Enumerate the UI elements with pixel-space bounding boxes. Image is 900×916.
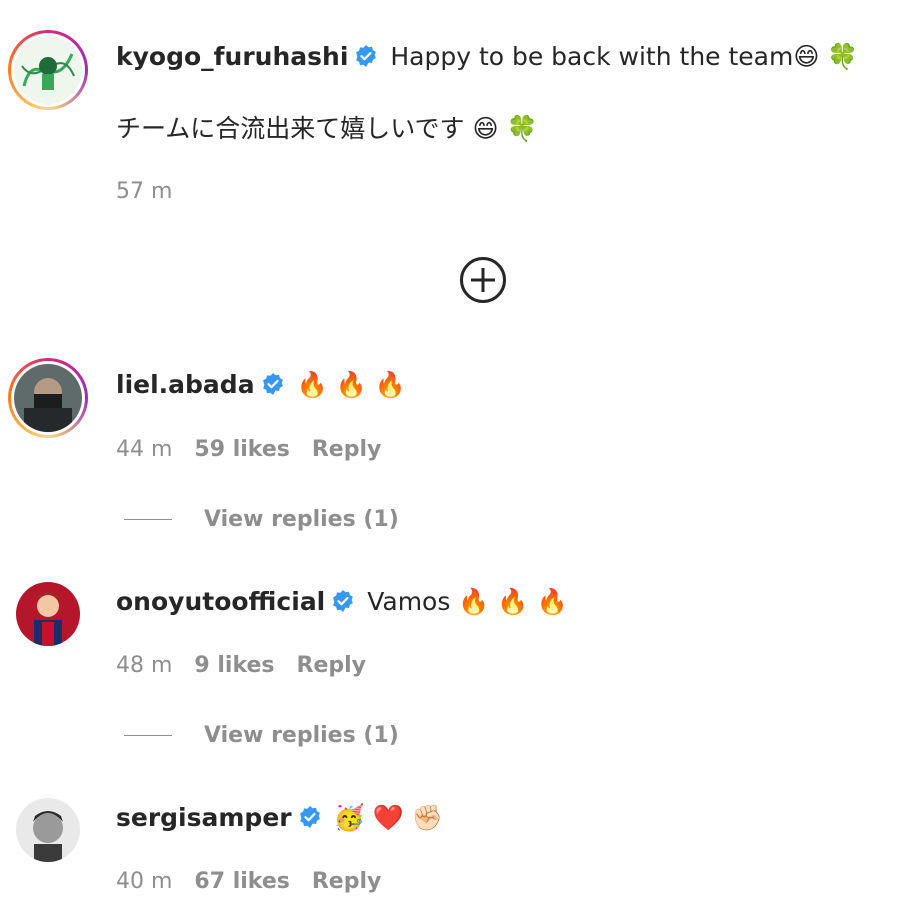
view-replies-button[interactable]: View replies (1) [124,507,399,532]
reply-button[interactable]: Reply [312,437,382,462]
avatar-image [14,364,82,432]
caption-japanese: チームに合流出来て嬉しいです 😄 🍀 [116,112,538,146]
divider-line [124,735,172,736]
caption-english: Happy to be back with the team [390,42,794,71]
view-replies-button[interactable]: View replies (1) [124,723,399,748]
avatar-image [16,582,80,646]
comment-meta: 44 m 59 likes Reply [116,437,403,462]
reply-button[interactable]: Reply [312,869,382,894]
comment-username[interactable]: sergisamper [116,803,292,832]
comment-username[interactable]: liel.abada [116,370,255,399]
comment-time: 44 m [116,437,173,462]
post-caption: kyogo_furuhashi Happy to be back with th… [116,40,859,77]
avatar-liel-abada[interactable] [8,358,88,438]
post-time: 57 m [116,179,173,204]
comment-likes[interactable]: 59 likes [194,437,289,462]
load-more-comments-button[interactable] [459,256,507,304]
verified-badge-icon [261,371,285,405]
post-username[interactable]: kyogo_furuhashi [116,42,348,71]
comment-time: 48 m [116,653,173,678]
comment-2: onoyutoofficial Vamos 🔥 🔥 🔥 [116,585,568,622]
avatar-onoyutoofficial[interactable] [16,582,80,646]
post-meta: 57 m [116,179,194,204]
comment-username[interactable]: onoyutoofficial [116,587,325,616]
caption-english-emojis: 😄 🍀 [793,42,859,71]
divider-line [124,519,172,520]
avatar-sergisamper[interactable] [16,798,80,862]
avatar-kyogo-furuhashi[interactable] [8,30,88,110]
verified-badge-icon [331,588,355,622]
comment-3: sergisamper 🥳 ❤️ ✊🏻 [116,801,443,838]
reply-button[interactable]: Reply [297,653,367,678]
plus-circle-icon [460,257,506,303]
comment-meta: 40 m 67 likes Reply [116,869,403,894]
caption-japanese-emojis: 😄 🍀 [472,114,538,143]
verified-badge-icon [354,43,378,77]
comment-likes[interactable]: 67 likes [194,869,289,894]
caption-japanese-text: チームに合流出来て嬉しいです [116,114,465,143]
comment-likes[interactable]: 9 likes [194,653,274,678]
view-replies-label: View replies (1) [204,507,399,532]
verified-badge-icon [298,804,322,838]
comment-emojis: 🔥 🔥 🔥 [296,370,406,399]
avatar-image [16,798,80,862]
avatar-image [14,36,82,104]
comment-meta: 48 m 9 likes Reply [116,653,388,678]
comment-text: Vamos [367,587,451,616]
comment-emojis: 🥳 ❤️ ✊🏻 [333,803,443,832]
comments-panel: kyogo_furuhashi Happy to be back with th… [0,0,900,916]
comment-time: 40 m [116,869,173,894]
comment-1: liel.abada 🔥 🔥 🔥 [116,368,406,405]
comment-emojis: 🔥 🔥 🔥 [458,587,568,616]
view-replies-label: View replies (1) [204,723,399,748]
